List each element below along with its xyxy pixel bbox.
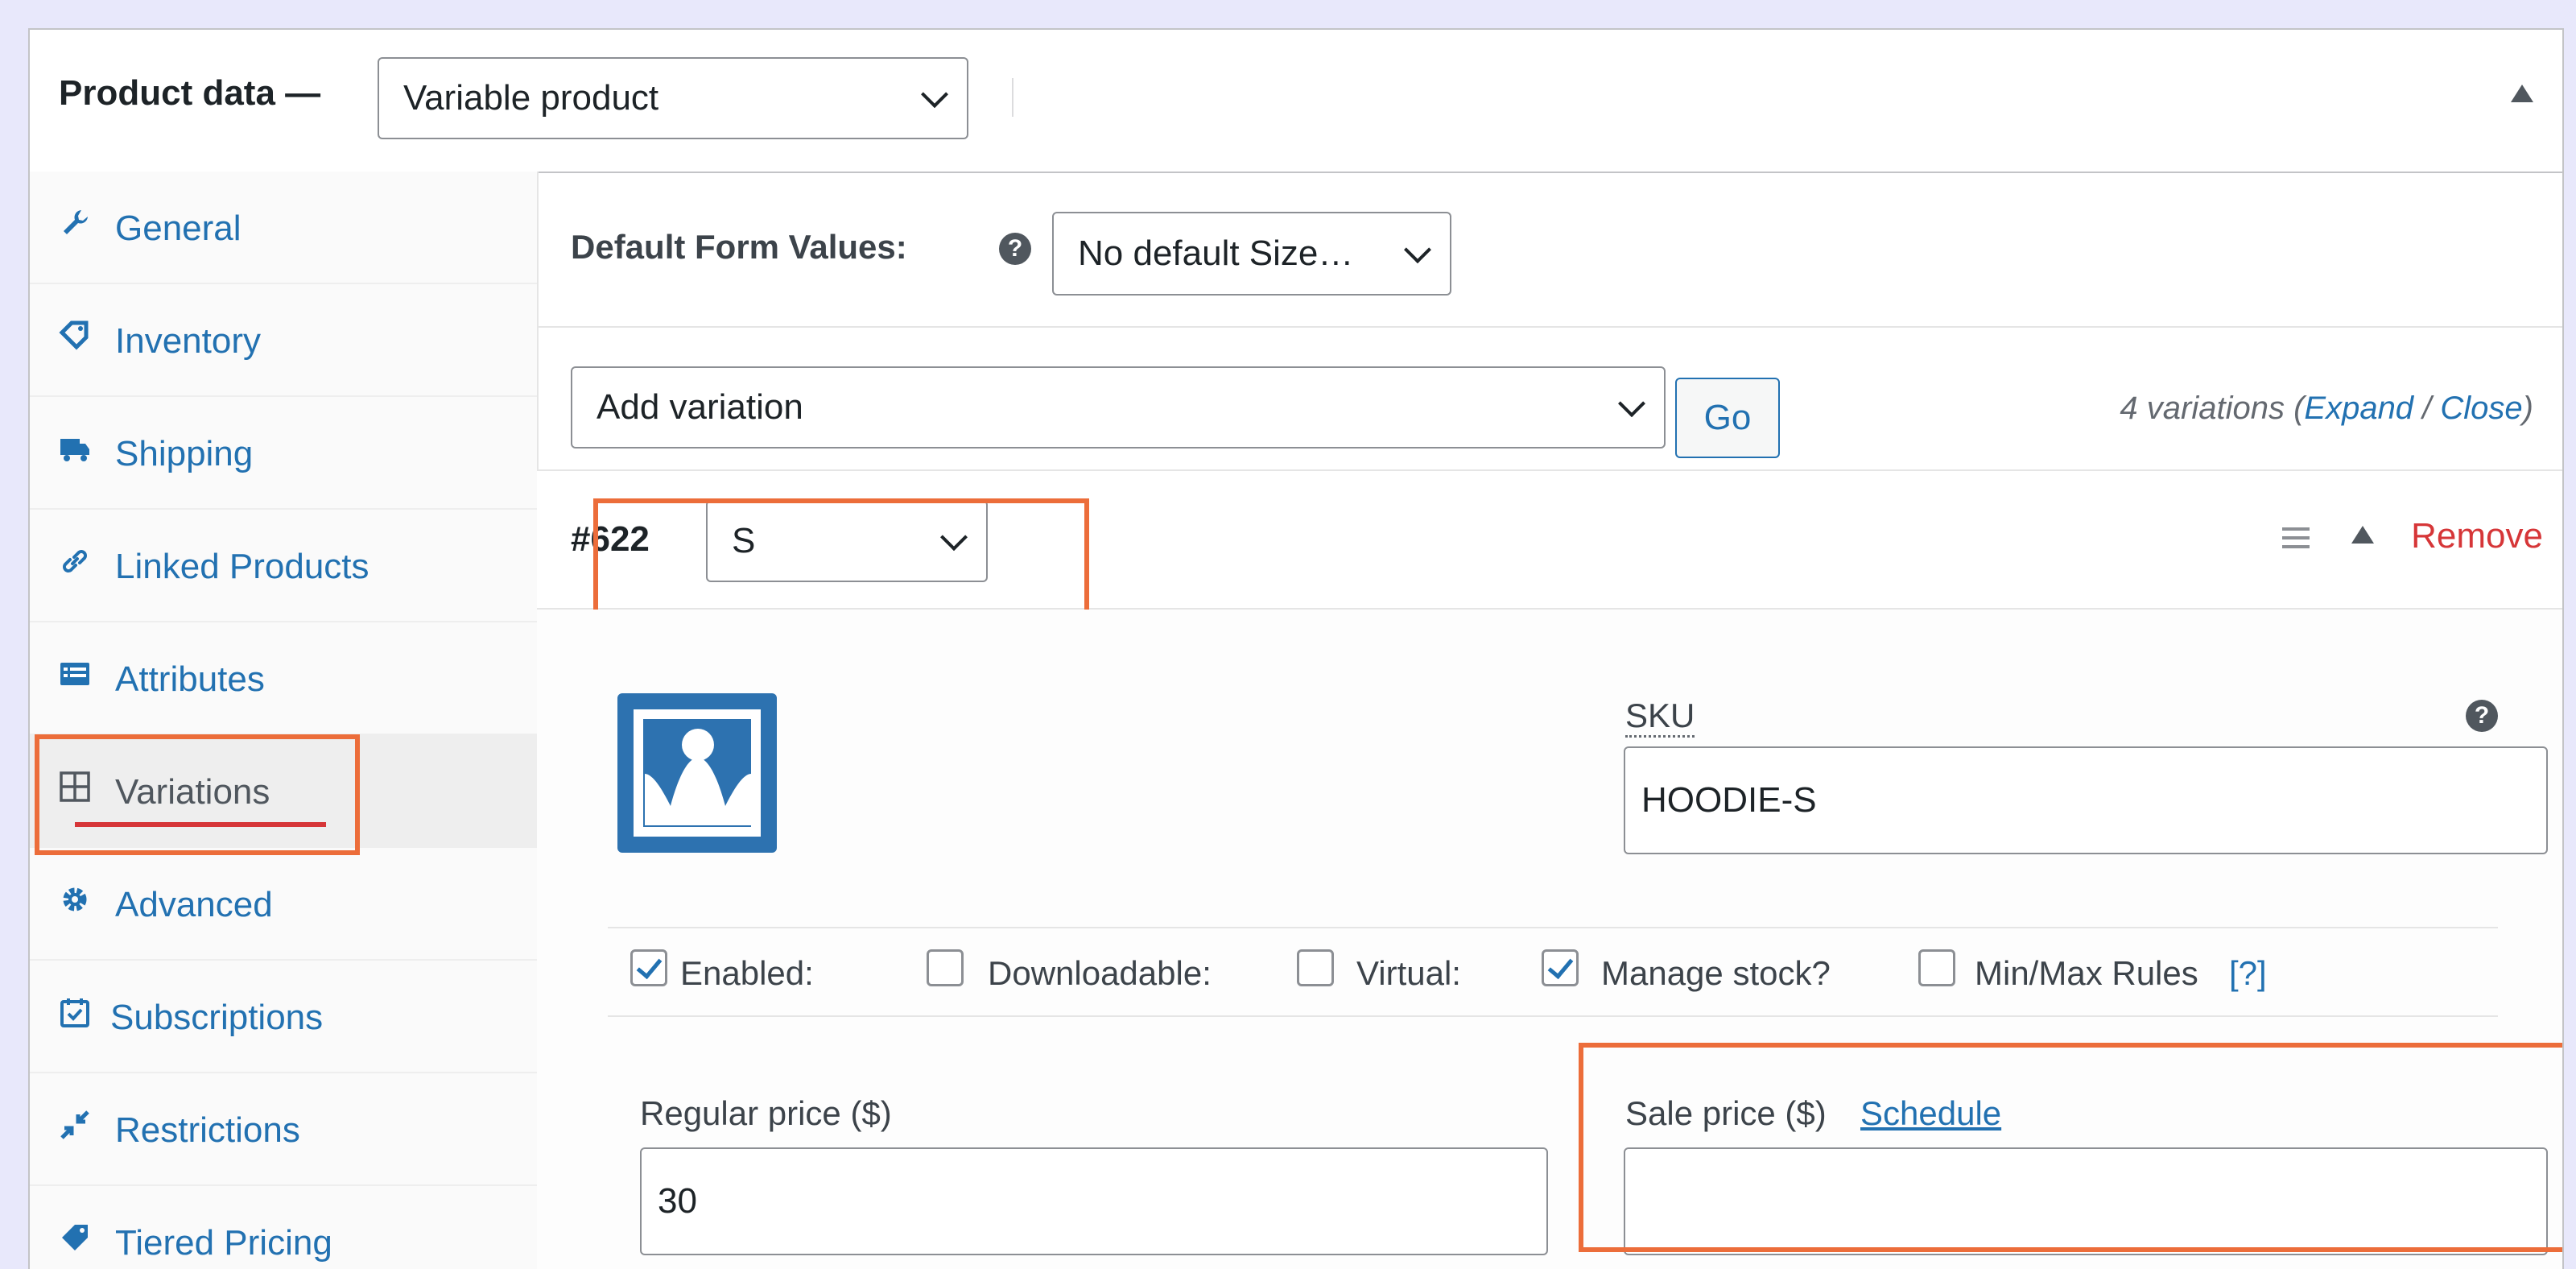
sidebar-item-label: Tiered Pricing	[115, 1223, 332, 1263]
tag-icon	[62, 1225, 88, 1250]
sidebar-item-label: Attributes	[115, 659, 265, 699]
wrench-icon	[64, 210, 88, 234]
virtual-label: Virtual:	[1356, 954, 1461, 992]
virtual-checkbox[interactable]	[1297, 949, 1334, 986]
link-separator: /	[2413, 391, 2441, 426]
calendar-icon	[60, 998, 89, 1027]
sidebar-item-label: Advanced	[115, 885, 273, 924]
manage-stock-checkbox[interactable]	[1542, 949, 1579, 986]
add-variation-select[interactable]: Add variation	[571, 366, 1666, 448]
minmax-help-link[interactable]: [?]	[2229, 954, 2267, 993]
sidebar-item-label: Shipping	[115, 434, 254, 473]
sidebar-item-attributes[interactable]: Attributes	[30, 622, 537, 735]
sidebar-item-label: Subscriptions	[110, 998, 324, 1037]
collapse-panel-icon[interactable]	[2511, 85, 2533, 102]
image-placeholder-icon	[634, 709, 761, 837]
regular-price-label: Regular price ($)	[640, 1094, 892, 1132]
chevron-down-icon	[1618, 390, 1645, 418]
sidebar-item-advanced[interactable]: Advanced	[30, 848, 537, 961]
truck-icon	[60, 439, 89, 461]
enabled-checkbox[interactable]	[630, 949, 667, 986]
collapse-variation-icon[interactable]	[2351, 526, 2374, 544]
sidebar-item-tiered-pricing[interactable]: Tiered Pricing	[30, 1186, 537, 1269]
add-variation-row: Add variation Go 4 variations (Expand / …	[537, 328, 2562, 471]
sidebar-item-shipping[interactable]: Shipping	[30, 397, 537, 510]
variation-image-upload[interactable]	[617, 693, 777, 853]
link-icon	[63, 550, 87, 572]
help-icon[interactable]: ?	[999, 233, 1031, 265]
go-button[interactable]: Go	[1675, 378, 1780, 458]
default-form-values-row: Default Form Values: ? No default Size…	[537, 172, 2562, 328]
sku-input[interactable]: HOODIE-S	[1624, 746, 2548, 854]
variation-select-highlight-box	[593, 498, 1089, 624]
chevron-down-icon	[921, 81, 948, 109]
default-size-select[interactable]: No default Size…	[1052, 212, 1451, 296]
product-type-value: Variable product	[403, 78, 659, 118]
header-divider	[1012, 78, 1013, 117]
product-type-select[interactable]: Variable product	[378, 57, 968, 139]
compress-icon	[60, 1110, 89, 1139]
sidebar-item-subscriptions[interactable]: Subscriptions	[30, 961, 537, 1073]
sku-help-icon[interactable]: ?	[2466, 700, 2498, 732]
minmax-rules-label: Min/Max Rules	[1975, 954, 2198, 992]
expand-link[interactable]: Expand	[2304, 391, 2413, 426]
close-link[interactable]: Close	[2440, 391, 2522, 426]
default-size-value: No default Size…	[1078, 234, 1354, 273]
variations-panel: Default Form Values: ? No default Size… …	[537, 172, 2562, 1269]
variations-count-text: 4 variations (	[2120, 391, 2305, 426]
sale-price-highlight-box	[1579, 1043, 2562, 1252]
panel-title: Product data —	[59, 73, 321, 113]
list-icon	[60, 663, 89, 685]
minmax-rules-checkbox[interactable]	[1918, 949, 1955, 986]
drag-handle-icon[interactable]	[2279, 521, 2313, 555]
remove-variation-link[interactable]: Remove	[2411, 516, 2543, 556]
sku-label: SKU	[1625, 697, 1695, 738]
sidebar-item-linked-products[interactable]: Linked Products	[30, 510, 537, 622]
panel-header: Product data — Variable product	[30, 30, 2562, 173]
sidebar-item-restrictions[interactable]: Restrictions	[30, 1073, 537, 1186]
chevron-down-icon	[1404, 236, 1431, 264]
sidebar-item-label: Restrictions	[115, 1110, 300, 1150]
variations-highlight-box	[35, 734, 360, 855]
default-form-values-label: Default Form Values:	[571, 228, 907, 266]
variation-body: SKU ? HOODIE-S Enabled: Downloadable: Vi…	[537, 610, 2562, 1269]
sidebar-item-label: Linked Products	[115, 547, 369, 586]
divider	[608, 1015, 2498, 1017]
regular-price-input[interactable]: 30	[640, 1147, 1548, 1255]
sidebar-item-general[interactable]: General	[30, 172, 537, 284]
downloadable-checkbox[interactable]	[927, 949, 964, 986]
product-data-tabs: General Inventory Shipping Linked Produc…	[30, 172, 539, 1269]
sidebar-item-inventory[interactable]: Inventory	[30, 284, 537, 397]
downloadable-label: Downloadable:	[988, 954, 1212, 992]
variations-count: 4 variations (Expand / Close)	[2120, 391, 2533, 427]
divider	[608, 927, 2498, 928]
sidebar-item-label: General	[115, 209, 242, 248]
product-data-panel: Product data — Variable product General …	[28, 28, 2564, 1269]
gear-icon	[63, 887, 87, 911]
sidebar-item-label: Inventory	[115, 321, 261, 361]
enabled-label: Enabled:	[680, 954, 814, 992]
tag-icon	[59, 320, 89, 350]
close-paren: )	[2522, 391, 2533, 426]
add-variation-value: Add variation	[597, 387, 803, 427]
manage-stock-label: Manage stock?	[1601, 954, 1831, 992]
